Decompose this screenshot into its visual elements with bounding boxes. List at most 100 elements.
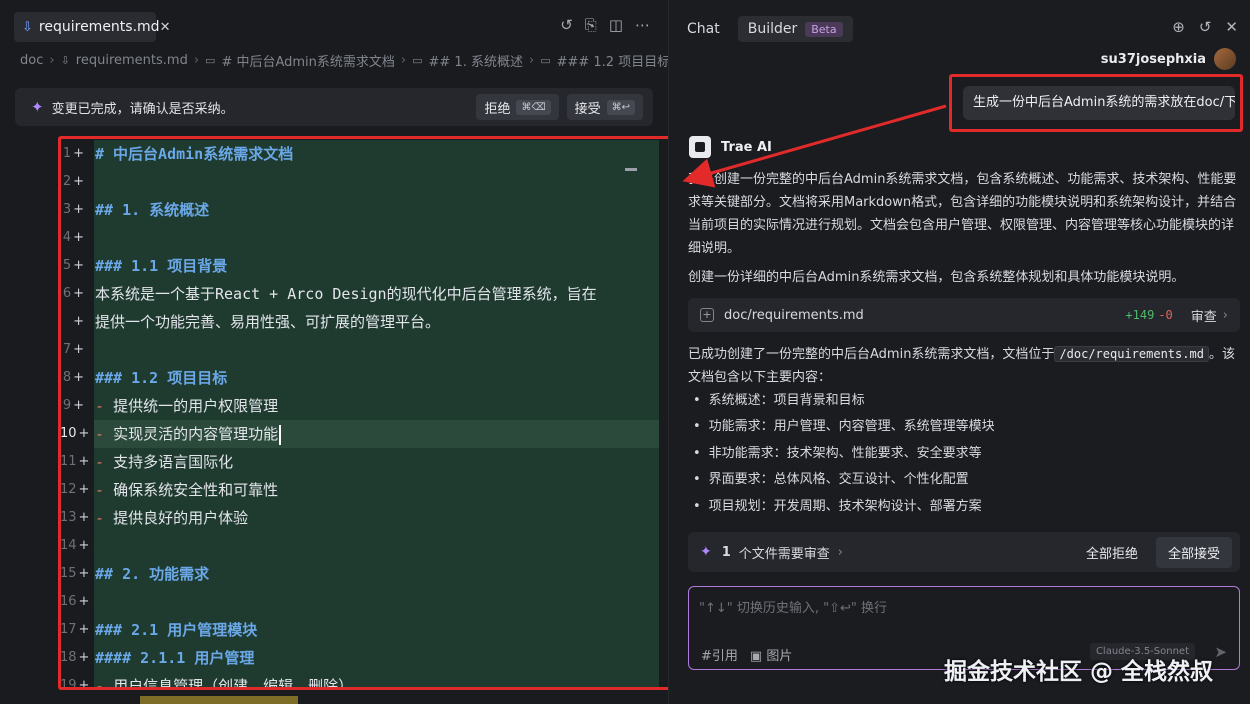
file-tab[interactable]: ⇩ requirements.md ✕ [14, 12, 170, 42]
image-label: 图片 [766, 649, 793, 664]
close-icon[interactable]: ✕ [160, 20, 171, 35]
notice-text: 变更已完成，请确认是否采纳。 [51, 101, 234, 117]
line-number: 18 + [60, 650, 90, 665]
cite-label: 引用 [711, 649, 738, 664]
code-line[interactable] [94, 168, 659, 196]
accept-label: 接受 [574, 101, 601, 117]
code-line[interactable]: ### 2.1 用户管理模块 [94, 616, 659, 644]
line-number-text: 8 [62, 370, 72, 385]
split-icon[interactable]: ◫ [609, 16, 623, 34]
more-icon[interactable]: ⋯ [635, 16, 650, 34]
code-text: ### 1.1 项目背景 [95, 257, 228, 275]
code-area[interactable]: # 中后台Admin系统需求文档 ## 1. 系统概述 ### 1.1 项目背景本系… [94, 140, 659, 690]
line-number-text: 10 [60, 426, 77, 441]
code-editor[interactable]: 1 + 2 + 3 + 4 + 5 + 6 + +7 + 8 + 9 + 10 + 11 + 12 + 13 + 14 + 15 + 16 +… [60, 140, 674, 690]
line-number: 2 + [62, 174, 84, 189]
highlight-box [949, 74, 1243, 132]
editor-toolbar: ↺ ⎘ ◫ ⋯ [560, 16, 650, 34]
code-text: 提供良好的用户体验 [113, 509, 249, 527]
code-text: 提供一个功能完善、易用性强、可扩展的管理平台。 [95, 313, 441, 331]
file-change-card[interactable]: + doc/requirements.md +149 -0 审查 › [688, 298, 1240, 332]
code-line[interactable] [94, 336, 659, 364]
code-line[interactable]: ### 1.1 项目背景 [94, 252, 659, 280]
line-number: 14 + [60, 538, 90, 553]
image-button[interactable]: ▣ 图片 [750, 645, 792, 664]
line-number: 9 + [62, 398, 84, 413]
accept-button[interactable]: 接受 ⌘↩ [566, 94, 643, 120]
ai-message-paragraph: 已成功创建了一份完整的中后台Admin系统需求文档，文档位于/doc/requi… [688, 343, 1238, 389]
editor-pane: ⇩ requirements.md ✕ ↺ ⎘ ◫ ⋯ doc › ⇩ requir… [0, 0, 675, 704]
send-icon[interactable]: ➤ [1214, 643, 1227, 661]
list-item: 界面要求：总体风格、交互设计、个性化配置 [693, 467, 995, 493]
line-number-text: 15 [60, 566, 77, 581]
code-line[interactable]: #### 2.1.1 用户管理 [94, 644, 659, 672]
review-link[interactable]: 审查 [1191, 306, 1217, 325]
input-tools: #引用 ▣ 图片 [701, 645, 792, 664]
reject-all-button[interactable]: 全部拒绝 [1086, 543, 1138, 562]
code-line[interactable]: - 提供良好的用户体验 [94, 504, 659, 532]
code-text: 实现灵活的内容管理功能 [113, 425, 279, 443]
list-item: 系统概述：项目背景和目标 [693, 388, 995, 414]
cite-button[interactable]: #引用 [701, 645, 738, 664]
code-text: 确保系统安全性和可靠性 [113, 481, 279, 499]
code-line[interactable] [94, 224, 659, 252]
code-line[interactable]: - 用户信息管理（创建、编辑、删除） [94, 672, 659, 690]
symbol-icon: ▭ [205, 54, 216, 67]
breadcrumb-item[interactable]: requirements.md [76, 53, 188, 68]
tab-builder[interactable]: Builder Beta [737, 16, 853, 42]
accept-shortcut: ⌘↩ [606, 99, 635, 115]
breadcrumb-item[interactable]: doc [20, 53, 43, 68]
history-icon[interactable]: ↺ [560, 16, 573, 34]
line-number-text: 13 [60, 510, 77, 525]
code-line[interactable]: - 支持多语言国际化 [94, 448, 659, 476]
code-line[interactable]: ## 2. 功能需求 [94, 560, 659, 588]
chevron-right-icon: › [837, 544, 843, 560]
code-line[interactable]: ### 1.2 项目目标 [94, 364, 659, 392]
line-number-text: 4 [62, 230, 72, 245]
code-line[interactable]: ## 1. 系统概述 [94, 196, 659, 224]
avatar [1214, 48, 1236, 70]
ai-name: Trae AI [721, 139, 772, 155]
preview-icon[interactable]: ⎘ [585, 16, 597, 34]
sparkle-icon: ✦ [31, 98, 44, 116]
code-line[interactable]: - 确保系统安全性和可靠性 [94, 476, 659, 504]
symbol-icon: ▭ [412, 54, 423, 67]
code-line[interactable] [94, 532, 659, 560]
line-number: 3 + [62, 202, 84, 217]
line-number-text: 14 [60, 538, 77, 553]
new-chat-icon[interactable]: ⊕ [1172, 18, 1185, 36]
code-line[interactable] [94, 588, 659, 616]
line-number: 13 + [60, 510, 90, 525]
close-icon[interactable]: ✕ [1225, 18, 1238, 36]
code-line[interactable]: - 提供统一的用户权限管理 [94, 392, 659, 420]
review-label[interactable]: 个文件需要审查 [739, 543, 830, 562]
list-item: 功能需求：用户管理、内容管理、系统管理等模块 [693, 414, 995, 440]
line-gutter: 1 + 2 + 3 + 4 + 5 + 6 + +7 + 8 + 9 + 10 + 11 + 12 + 13 + 14 + 15 + 16 +… [60, 140, 94, 690]
line-number: 12 + [60, 482, 90, 497]
breadcrumb-item[interactable]: ### 1.2 项目目标 [557, 51, 671, 70]
line-number-text: 2 [62, 174, 72, 189]
code-text: 提供统一的用户权限管理 [113, 397, 279, 415]
line-number: 8 + [62, 370, 84, 385]
code-text: ### 2.1 用户管理模块 [95, 621, 258, 639]
download-arrow-icon: ⇩ [60, 54, 70, 67]
reject-button[interactable]: 拒绝 ⌘⌫ [476, 94, 559, 120]
line-number: 6 + [62, 286, 84, 301]
code-line[interactable]: # 中后台Admin系统需求文档 [94, 140, 659, 168]
horizontal-scrollbar[interactable] [140, 696, 298, 704]
chevron-right-icon: › [1222, 307, 1228, 323]
accept-all-button[interactable]: 全部接受 [1155, 536, 1232, 568]
tab-chat[interactable]: Chat [687, 21, 720, 37]
code-line[interactable]: 本系统是一个基于React + Arco Design的现代化中后台管理系统，旨… [94, 280, 659, 308]
line-number-text: 5 [62, 258, 72, 273]
code-text: 本系统是一个基于React + Arco Design的现代化中后台管理系统，旨… [95, 285, 597, 303]
history-icon[interactable]: ↺ [1199, 18, 1212, 36]
code-line[interactable]: - 实现灵活的内容管理功能 [94, 420, 659, 448]
breadcrumb-item[interactable]: # 中后台Admin系统需求文档 [221, 51, 394, 70]
hash-icon: # [701, 649, 712, 664]
breadcrumb-item[interactable]: ## 1. 系统概述 [429, 51, 523, 70]
watermark: 掘金技术社区 @ 全栈然叔 [944, 659, 1214, 685]
code-text: ## 2. 功能需求 [95, 565, 210, 583]
code-text: ## 1. 系统概述 [95, 201, 210, 219]
code-line[interactable]: 提供一个功能完善、易用性强、可扩展的管理平台。 [94, 308, 659, 336]
